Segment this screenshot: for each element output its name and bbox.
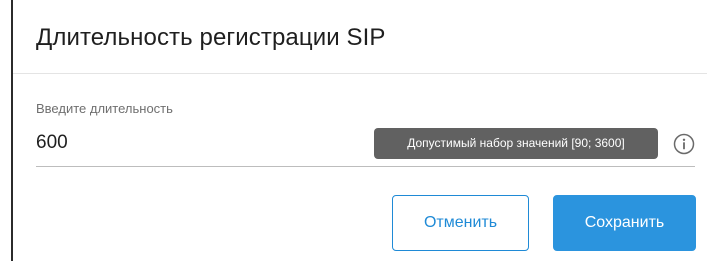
duration-input-underline [36, 166, 695, 167]
cancel-button[interactable]: Отменить [392, 195, 529, 251]
info-icon-glyph [673, 133, 695, 155]
save-button[interactable]: Сохранить [553, 195, 696, 251]
allowed-range-tooltip: Допустимый набор значений [90; 3600] [374, 128, 658, 159]
dialog-left-edge [11, 0, 13, 261]
info-icon[interactable] [673, 133, 695, 155]
dialog-title: Длительность регистрации SIP [36, 24, 386, 51]
sip-registration-dialog: Длительность регистрации SIP Введите дли… [0, 0, 707, 261]
title-divider [13, 73, 707, 74]
duration-field-label: Введите длительность [36, 101, 173, 116]
